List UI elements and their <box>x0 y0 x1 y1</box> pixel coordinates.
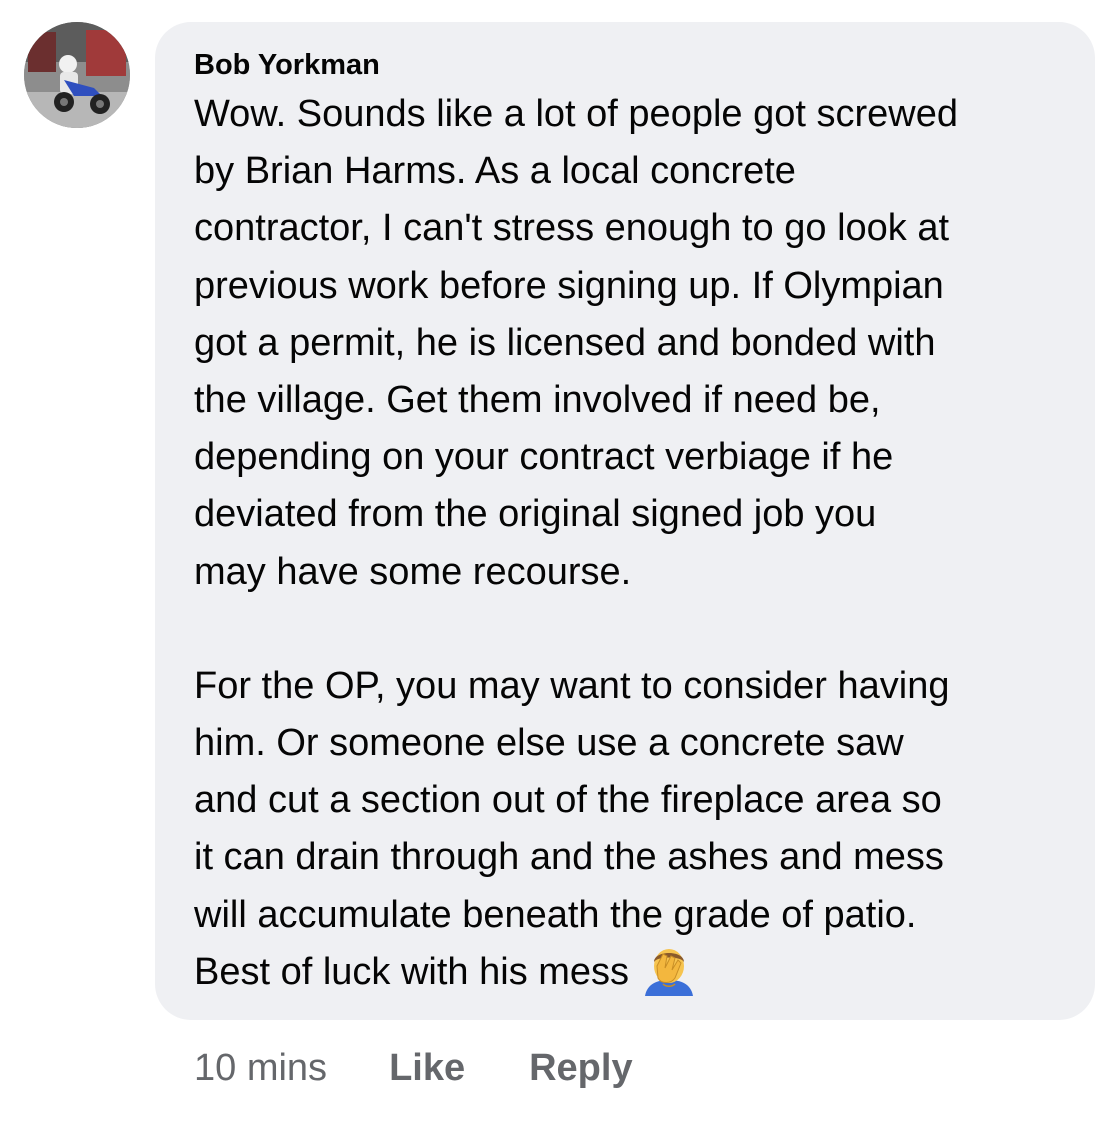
reply-button[interactable]: Reply <box>529 1047 632 1090</box>
facepalm-emoji-icon <box>641 944 697 996</box>
comment-paragraph-2: For the OP, you may want to consider hav… <box>194 658 1065 1001</box>
comment-paragraph-2-text: For the OP, you may want to consider hav… <box>194 664 950 993</box>
avatar-photo <box>24 22 130 128</box>
comment-author-name[interactable]: Bob Yorkman <box>194 46 1065 84</box>
comment-body: Wow. Sounds like a lot of people got scr… <box>194 86 1065 1001</box>
comment-timestamp[interactable]: 10 mins <box>194 1047 327 1090</box>
author-avatar[interactable] <box>24 22 130 128</box>
comment-bubble: Bob Yorkman Wow. Sounds like a lot of pe… <box>155 22 1095 1020</box>
comment-paragraph-1: Wow. Sounds like a lot of people got scr… <box>194 93 958 593</box>
comment-actions: 10 mins Like Reply <box>194 1040 633 1096</box>
like-button[interactable]: Like <box>389 1047 465 1090</box>
